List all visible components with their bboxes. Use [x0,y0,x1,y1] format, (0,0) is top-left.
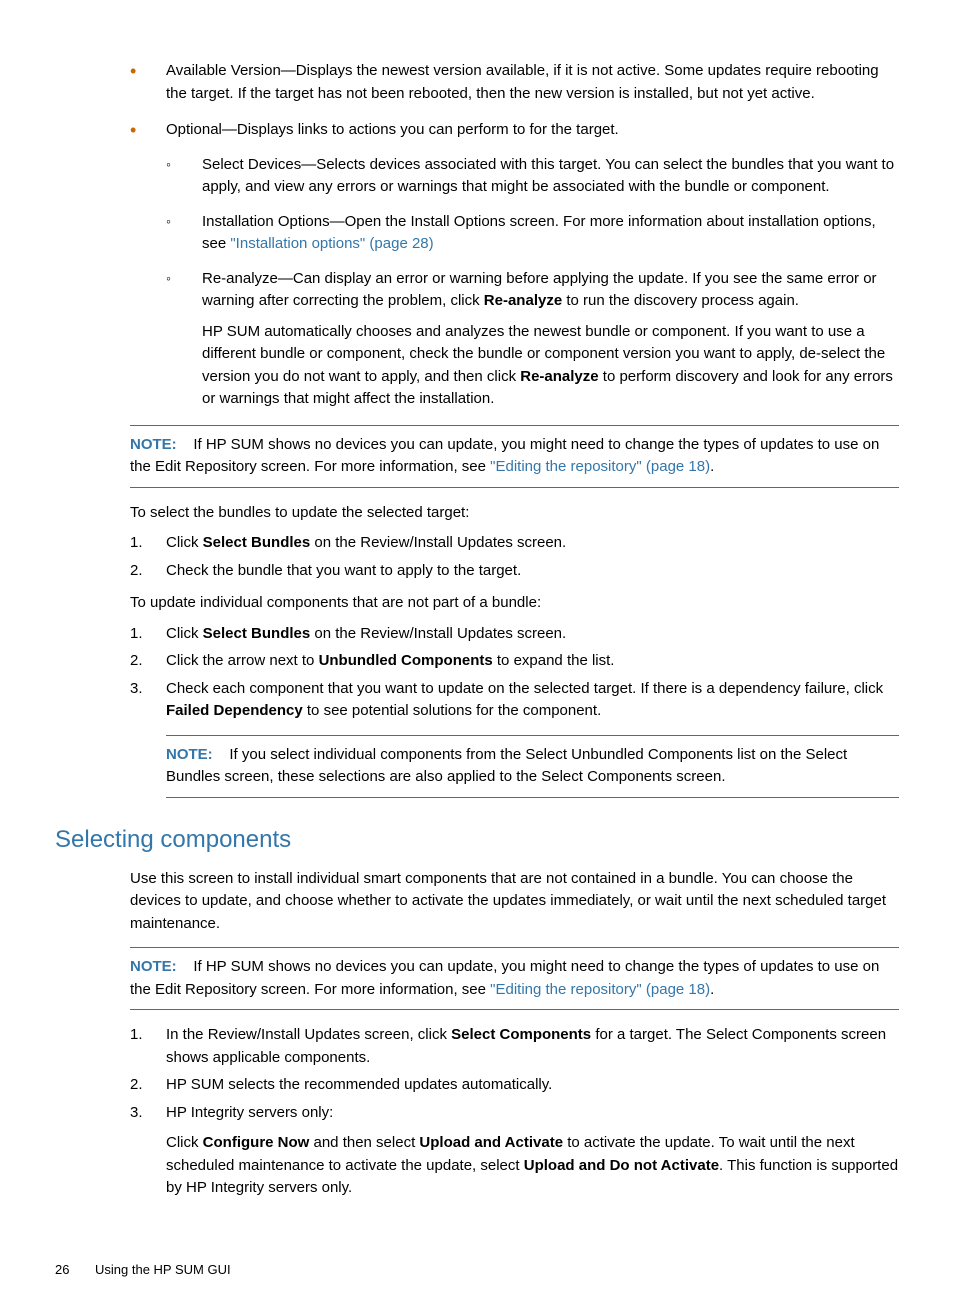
note-label: NOTE: [166,746,213,763]
bullet-install-options: Installation Options—Open the Install Op… [166,211,899,256]
ordered-list-bundles: 1. Click Select Bundles on the Review/Ins… [130,532,899,582]
text: HP SUM selects the recommended updates a… [166,1076,552,1093]
text: In the Review/Install Updates screen, cl… [166,1026,451,1043]
paragraph: To select the bundles to update the sele… [130,502,899,525]
page-number: 26 [55,1260,69,1280]
note-text: If you select individual components from… [166,746,847,786]
text: Check the bundle that you want to apply … [166,562,521,579]
list-item: 1. Click Select Bundles on the Review/Ins… [130,623,899,646]
text: to see potential solutions for the compo… [303,702,602,719]
list-item: 1. Click Select Bundles on the Review/Ins… [130,532,899,555]
bold-text: Re-analyze [484,292,562,309]
bullet-reanalyze: Re-analyze—Can display an error or warni… [166,268,899,411]
note-box: NOTE: If you select individual component… [166,735,899,798]
inner-bullet-list: Select Devices—Selects devices associate… [166,154,899,411]
chapter-title: Using the HP SUM GUI [95,1260,231,1280]
link-install-options[interactable]: "Installation options" (page 28) [230,235,433,252]
list-item: 2. Click the arrow next to Unbundled Comp… [130,650,899,673]
bold-text: Failed Dependency [166,702,303,719]
list-item: 3. HP Integrity servers only: Click Confi… [130,1102,899,1200]
note-box: NOTE: If HP SUM shows no devices you can… [130,425,899,488]
text: on the Review/Install Updates screen. [310,625,566,642]
list-number: 3. [130,678,143,701]
text: to expand the list. [493,652,615,669]
list-number: 2. [130,650,143,673]
sub-paragraph: Click Configure Now and then select Uplo… [166,1132,899,1200]
bold-text: Select Bundles [203,534,311,551]
bullet-text: Select Devices—Selects devices associate… [202,156,894,196]
note-label: NOTE: [130,958,177,975]
paragraph: To update individual components that are… [130,592,899,615]
list-item: 2. Check the bundle that you want to appl… [130,560,899,583]
paragraph: Use this screen to install individual sm… [130,868,899,936]
note-label: NOTE: [130,436,177,453]
text: Click [166,1134,203,1151]
bullet-available-version: Available Version—Displays the newest ve… [130,60,899,105]
ordered-list-components: 1. Click Select Bundles on the Review/Ins… [130,623,899,723]
bullet-text: Available Version—Displays the newest ve… [166,62,879,102]
text: Check each component that you want to up… [166,680,883,697]
text: HP Integrity servers only: [166,1104,333,1121]
text: Click [166,534,203,551]
list-number: 3. [130,1102,143,1125]
bold-text: Unbundled Components [319,652,493,669]
bullet-text: Optional—Displays links to actions you c… [166,121,619,138]
list-number: 1. [130,1024,143,1047]
text: on the Review/Install Updates screen. [310,534,566,551]
note-text: . [710,458,714,475]
text: Click [166,625,203,642]
bold-text: Upload and Do not Activate [524,1157,719,1174]
list-number: 2. [130,1074,143,1097]
bold-text: Upload and Activate [419,1134,563,1151]
list-item: 3. Check each component that you want to … [130,678,899,723]
list-number: 1. [130,532,143,555]
bullet-select-devices: Select Devices—Selects devices associate… [166,154,899,199]
bold-text: Select Components [451,1026,591,1043]
sub-paragraph: HP SUM automatically chooses and analyze… [202,321,899,411]
note-box: NOTE: If HP SUM shows no devices you can… [130,947,899,1010]
list-number: 2. [130,560,143,583]
list-item: 2. HP SUM selects the recommended updates… [130,1074,899,1097]
list-number: 1. [130,623,143,646]
note-text: . [710,981,714,998]
ordered-list-select-components: 1. In the Review/Install Updates screen, … [130,1024,899,1200]
bullet-optional: Optional—Displays links to actions you c… [130,119,899,411]
heading-selecting-components: Selecting components [55,822,899,858]
text: and then select [309,1134,419,1151]
bold-text: Re-analyze [520,368,598,385]
list-item: 1. In the Review/Install Updates screen, … [130,1024,899,1069]
link-editing-repository[interactable]: "Editing the repository" (page 18) [490,981,710,998]
bold-text: Configure Now [203,1134,310,1151]
bold-text: Select Bundles [203,625,311,642]
text: Click the arrow next to [166,652,319,669]
outer-bullet-list: Available Version—Displays the newest ve… [130,60,899,411]
bullet-text: to run the discovery process again. [562,292,799,309]
link-editing-repository[interactable]: "Editing the repository" (page 18) [490,458,710,475]
